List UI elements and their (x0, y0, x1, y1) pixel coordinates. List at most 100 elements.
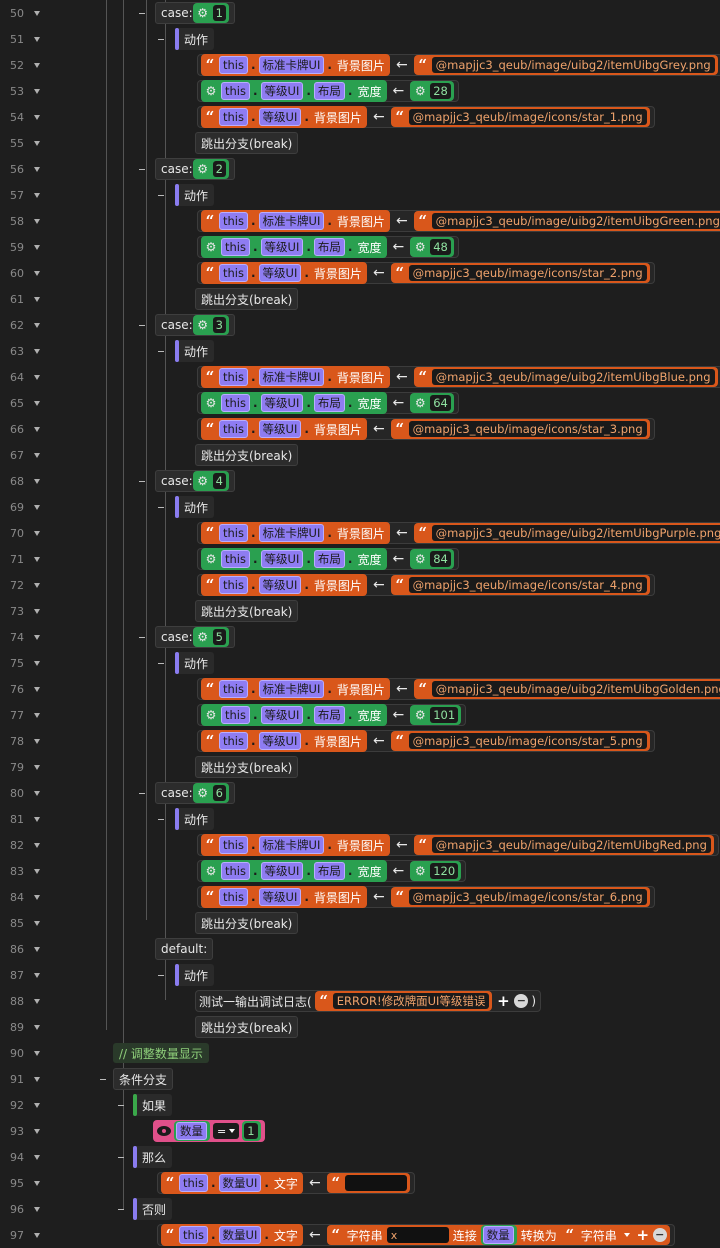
string-value-block[interactable]: “@mapjjc3_qeub/image/uibg2/itemUibgGreen… (413, 211, 720, 231)
action-block[interactable]: 动作 (175, 652, 215, 674)
this-chip[interactable]: this (219, 108, 248, 126)
collapse-dash-icon[interactable] (139, 637, 145, 638)
level-ui-chip[interactable]: 等级UI (260, 82, 304, 100)
fold-arrow-icon[interactable] (34, 36, 40, 42)
fold-arrow-icon[interactable] (34, 556, 40, 562)
property-access-block[interactable]: “this. 等级UI. 背景图片 (201, 418, 367, 440)
background-image-property[interactable]: 背景图片 (335, 837, 387, 854)
break-statement[interactable]: 跳出分支(break) (195, 756, 299, 778)
action-block[interactable]: 动作 (175, 28, 215, 50)
this-chip[interactable]: this (219, 732, 248, 750)
level-ui-chip[interactable]: 等级UI (258, 576, 302, 594)
case-label[interactable]: case: ⚙ 3 (155, 314, 235, 336)
action-block[interactable]: 动作 (175, 496, 215, 518)
background-image-property[interactable]: 背景图片 (312, 265, 364, 282)
background-image-property[interactable]: 背景图片 (312, 733, 364, 750)
property-access-block[interactable]: “this. 标准卡牌UI. 背景图片 (201, 54, 390, 76)
case-number[interactable]: 4 (212, 473, 226, 489)
fold-arrow-icon[interactable] (34, 660, 40, 666)
set-star-image-statement[interactable]: “this. 等级UI. 背景图片 ← “@mapjjc3_qeub/image/ico… (197, 418, 655, 440)
card-ui-chip[interactable]: 标准卡牌UI (258, 680, 325, 698)
then-block[interactable]: 那么 (133, 1146, 173, 1168)
fold-arrow-icon[interactable] (34, 894, 40, 900)
string-value[interactable]: @mapjjc3_qeub/image/icons/star_5.png (408, 733, 647, 749)
number-value-block[interactable]: ⚙ 64 (410, 393, 454, 413)
break-statement[interactable]: 跳出分支(break) (195, 444, 299, 466)
background-image-property[interactable]: 背景图片 (312, 109, 364, 126)
property-access-block[interactable]: “this. 等级UI. 背景图片 (201, 730, 367, 752)
number-value[interactable]: 84 (430, 551, 451, 567)
fold-arrow-icon[interactable] (34, 1024, 40, 1030)
count-chip[interactable]: 数量 (176, 1122, 207, 1140)
string-value-block[interactable]: “@mapjjc3_qeub/image/icons/star_6.png (390, 887, 650, 907)
string-value[interactable]: @mapjjc3_qeub/image/icons/star_2.png (408, 265, 647, 281)
string-value-block[interactable]: “@mapjjc3_qeub/image/icons/star_2.png (390, 263, 650, 283)
this-chip[interactable]: this (219, 264, 248, 282)
x-input[interactable]: x (386, 1227, 449, 1243)
this-chip[interactable]: this (179, 1174, 208, 1192)
this-chip[interactable]: this (221, 394, 250, 412)
set-star-image-statement[interactable]: “this. 等级UI. 背景图片 ← “@mapjjc3_qeub/image/ico… (197, 730, 655, 752)
action-block[interactable]: 动作 (175, 340, 215, 362)
width-property[interactable]: 宽度 (355, 83, 383, 100)
fold-arrow-icon[interactable] (34, 1050, 40, 1056)
fold-arrow-icon[interactable] (34, 790, 40, 796)
fold-arrow-icon[interactable] (34, 712, 40, 718)
string-value[interactable]: @mapjjc3_qeub/image/uibg2/itemUibgRed.pn… (431, 837, 711, 853)
collapse-dash-icon[interactable] (118, 1157, 124, 1158)
background-image-property[interactable]: 背景图片 (335, 525, 387, 542)
fold-arrow-icon[interactable] (34, 88, 40, 94)
break-statement[interactable]: 跳出分支(break) (195, 912, 299, 934)
fold-arrow-icon[interactable] (34, 296, 40, 302)
property-access-block[interactable]: “this. 标准卡牌UI. 背景图片 (201, 522, 390, 544)
level-ui-chip[interactable]: 等级UI (258, 888, 302, 906)
set-background-statement[interactable]: “this. 标准卡牌UI. 背景图片 ← “@mapjjc3_qeub/image/u… (197, 54, 720, 76)
count-chip[interactable]: 数量 (482, 1226, 514, 1244)
fold-arrow-icon[interactable] (34, 998, 40, 1004)
level-ui-chip[interactable]: 等级UI (258, 420, 302, 438)
if-block[interactable]: 如果 (133, 1094, 173, 1116)
string-value-block[interactable]: “@mapjjc3_qeub/image/icons/star_3.png (390, 419, 650, 439)
operator-select[interactable]: = (213, 1123, 240, 1139)
this-chip[interactable]: this (219, 212, 248, 230)
layout-chip[interactable]: 布局 (313, 394, 345, 412)
string-value-block[interactable]: “@mapjjc3_qeub/image/icons/star_1.png (390, 107, 650, 127)
case-label[interactable]: case: ⚙ 4 (155, 470, 235, 492)
set-background-statement[interactable]: “this. 标准卡牌UI. 背景图片 ← “@mapjjc3_qeub/image/u… (197, 522, 720, 544)
string-value[interactable]: @mapjjc3_qeub/image/icons/star_6.png (408, 889, 647, 905)
layout-chip[interactable]: 布局 (313, 238, 345, 256)
case-number[interactable]: 1 (212, 5, 226, 21)
level-ui-chip[interactable]: 等级UI (260, 238, 304, 256)
count-value-block[interactable]: 数量 (174, 1121, 210, 1141)
fold-arrow-icon[interactable] (34, 374, 40, 380)
level-ui-chip[interactable]: 等级UI (260, 394, 304, 412)
this-chip[interactable]: this (219, 420, 248, 438)
property-access-block[interactable]: “this. 等级UI. 背景图片 (201, 574, 367, 596)
compare-value-block[interactable]: 1 (242, 1121, 261, 1141)
collapse-dash-icon[interactable] (118, 1209, 124, 1210)
remove-argument-icon[interactable]: − (652, 1228, 667, 1242)
fold-arrow-icon[interactable] (34, 62, 40, 68)
this-chip[interactable]: this (221, 82, 250, 100)
set-width-statement[interactable]: ⚙ this. 等级UI. 布局. 宽度 ← ⚙ 101 (197, 704, 467, 726)
fold-arrow-icon[interactable] (34, 1128, 40, 1134)
string-value[interactable]: ERROR!修改牌面UI等级错误 (332, 993, 490, 1009)
fold-arrow-icon[interactable] (34, 322, 40, 328)
level-ui-chip[interactable]: 等级UI (260, 550, 304, 568)
fold-arrow-icon[interactable] (34, 114, 40, 120)
string-value-block[interactable]: “@mapjjc3_qeub/image/uibg2/itemUibgRed.p… (413, 835, 714, 855)
string-value-block[interactable]: “@mapjjc3_qeub/image/icons/star_4.png (390, 575, 650, 595)
break-statement[interactable]: 跳出分支(break) (195, 600, 299, 622)
fold-arrow-icon[interactable] (34, 738, 40, 744)
number-value-block[interactable]: ⚙ 120 (410, 861, 462, 881)
collapse-dash-icon[interactable] (118, 1105, 124, 1106)
this-chip[interactable]: this (219, 836, 248, 854)
width-property[interactable]: 宽度 (355, 239, 383, 256)
string-value[interactable]: @mapjjc3_qeub/image/icons/star_4.png (408, 577, 647, 593)
set-text-statement[interactable]: “this. 数量UI. 文字 ← “字符串 x 连接 数量 转换为 “字符串 + − (157, 1224, 675, 1246)
layout-chip[interactable]: 布局 (313, 706, 345, 724)
collapse-dash-icon[interactable] (139, 13, 145, 14)
fold-arrow-icon[interactable] (34, 946, 40, 952)
this-chip[interactable]: this (219, 680, 248, 698)
collapse-dash-icon[interactable] (158, 195, 164, 196)
